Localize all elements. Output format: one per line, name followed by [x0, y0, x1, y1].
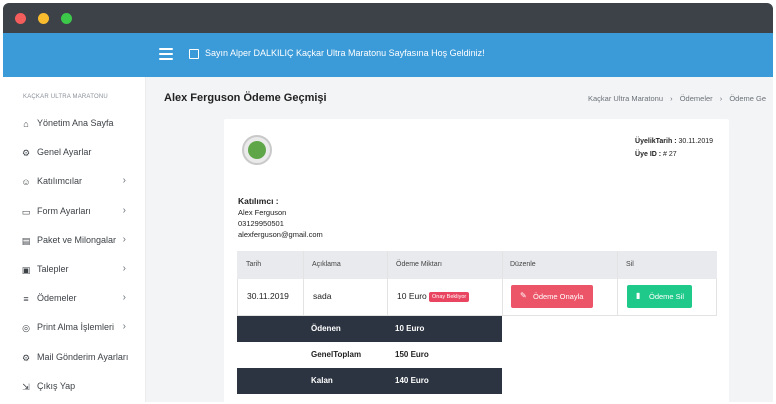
breadcrumb-item-payments[interactable]: Ödemeler	[680, 94, 713, 103]
sidebar-item-label: Print Alma İşlemleri	[37, 322, 115, 333]
col-header-amount: Ödeme Miktarı	[396, 261, 442, 268]
table-row: 30.11.2019 sada 10 Euro Onay Bekliyor ✎ …	[237, 279, 717, 316]
member-id-label: Üye ID :	[635, 151, 662, 158]
sidebar-item-label: Yönetim Ana Sayfa	[37, 118, 114, 128]
sidebar-header: KAÇKAR ULTRA MARATONU	[23, 94, 108, 100]
delete-payment-button[interactable]: ▮ Ödeme Sil	[627, 285, 692, 308]
sidebar-item[interactable]: ⌂ Yönetim Ana Sayfa	[3, 112, 146, 136]
summary-row-paid: Ödenen 10 Euro	[237, 316, 502, 342]
sidebar-item[interactable]: ▣ Talepler ›	[3, 258, 146, 282]
member-id-value: # 27	[663, 151, 677, 158]
sidebar-item[interactable]: ⇲ Çıkış Yap	[3, 375, 146, 399]
sidebar-item[interactable]: ⚙ Mail Gönderim Ayarları	[3, 346, 146, 370]
sidebar-item-label: Form Ayarları	[37, 205, 91, 216]
sidebar: KAÇKAR ULTRA MARATONU ⌂ Yönetim Ana Sayfa…	[3, 77, 146, 402]
top-navbar: Sayın Alper DALKILIÇ Kaçkar Ultra Marato…	[3, 33, 773, 77]
chevron-right-icon: ›	[122, 292, 126, 304]
mail-settings-icon: ⚙	[21, 352, 31, 363]
sidebar-item[interactable]: ⚙ Genel Ayarlar	[3, 141, 146, 165]
col-header-description: Açıklama	[312, 261, 341, 268]
breadcrumb: Kaçkar Ultra Maratonu › Ödemeler › Ödeme…	[588, 94, 766, 103]
gear-icon: ⚙	[21, 148, 31, 159]
form-icon: ▭	[21, 206, 31, 217]
participant-name: Alex Ferguson	[238, 208, 287, 217]
participant-heading: Katılımcı :	[238, 196, 279, 206]
chevron-right-icon: ›	[122, 204, 126, 216]
summary-value: 140 Euro	[395, 376, 429, 385]
col-header-edit: Düzenle	[510, 261, 536, 268]
book-icon	[189, 49, 199, 59]
maximize-window-dot[interactable]	[61, 13, 72, 24]
window-titlebar	[3, 3, 773, 33]
col-header-date: Tarih	[246, 261, 262, 268]
status-badge: Onay Bekliyor	[429, 292, 470, 302]
sidebar-item-label: Mail Gönderim Ayarları	[37, 351, 129, 362]
summary-row-remaining: Kalan 140 Euro	[237, 368, 502, 394]
sidebar-item-label: Genel Ayarlar	[37, 147, 92, 158]
breadcrumb-separator: ›	[719, 94, 723, 103]
page-title: Alex Ferguson Ödeme Geçmişi	[164, 92, 327, 104]
cell-date: 30.11.2019	[247, 291, 289, 301]
sidebar-item-label: Katılımcılar	[37, 176, 83, 187]
col-header-delete: Sil	[626, 261, 634, 268]
summary-row-total: GenelToplam 150 Euro	[237, 342, 502, 368]
sidebar-item-label: Ödemeler	[37, 293, 77, 304]
summary-label: Kalan	[311, 376, 333, 385]
cell-amount: 10 Euro	[397, 291, 427, 301]
app-window: Sayın Alper DALKILIÇ Kaçkar Ultra Marato…	[0, 0, 776, 404]
package-icon: ▤	[21, 235, 31, 246]
main-content: Alex Ferguson Ödeme Geçmişi Kaçkar Ultra…	[146, 77, 773, 404]
summary-value: 150 Euro	[395, 350, 429, 359]
payment-history-card: ÜyelikTarih : 30.11.2019 Üye ID : # 27 K…	[224, 119, 729, 404]
sidebar-item[interactable]: ☺ Katılımcılar ›	[3, 170, 146, 194]
sidebar-item[interactable]: ▤ Paket ve Milongalar ›	[3, 229, 146, 253]
participant-phone: 03129950501	[238, 219, 284, 228]
welcome-message: Sayın Alper DALKILIÇ Kaçkar Ultra Marato…	[205, 48, 485, 58]
requests-icon: ▣	[21, 265, 31, 275]
hamburger-menu-icon[interactable]	[159, 48, 173, 60]
member-since-label: ÜyelikTarih :	[635, 138, 677, 145]
summary-label: GenelToplam	[311, 350, 362, 359]
summary-label: Ödenen	[311, 324, 341, 333]
participant-info: Katılımcı : Alex Ferguson 03129950501 al…	[238, 196, 323, 240]
print-icon: ◎	[22, 323, 30, 334]
sidebar-item[interactable]: ▭ Form Ayarları ›	[3, 200, 146, 224]
delete-payment-label: Ödeme Sil	[649, 292, 685, 301]
table-header: Tarih Açıklama Ödeme Miktarı Düzenle Sil	[237, 251, 717, 279]
approve-payment-button[interactable]: ✎ Ödeme Onayla	[511, 285, 593, 308]
home-icon: ⌂	[23, 119, 29, 129]
user-icon: ☺	[21, 177, 31, 188]
sidebar-item-label: Paket ve Milongalar	[37, 234, 117, 245]
trash-icon: ▮	[636, 291, 641, 300]
chevron-right-icon: ›	[122, 233, 126, 245]
member-since-value: 30.11.2019	[678, 138, 713, 145]
minimize-window-dot[interactable]	[38, 13, 49, 24]
sidebar-item-label: Talepler	[37, 264, 69, 274]
race-logo	[242, 135, 272, 165]
member-info: ÜyelikTarih : 30.11.2019 Üye ID : # 27	[635, 135, 713, 161]
chevron-right-icon: ›	[122, 175, 126, 187]
participant-email: alexferguson@gmail.com	[238, 230, 323, 239]
breadcrumb-item-current: Ödeme Ge	[729, 94, 767, 103]
close-window-dot[interactable]	[15, 13, 26, 24]
summary-value: 10 Euro	[395, 324, 425, 333]
breadcrumb-separator: ›	[670, 94, 673, 103]
chevron-right-icon: ›	[122, 263, 126, 274]
approve-payment-label: Ödeme Onayla	[533, 292, 584, 301]
chevron-right-icon: ›	[122, 321, 126, 333]
sidebar-item[interactable]: ◎ Print Alma İşlemleri ›	[3, 316, 146, 340]
breadcrumb-item-home[interactable]: Kaçkar Ultra Maratonu	[588, 94, 663, 103]
sidebar-item[interactable]: ≡ Ödemeler ›	[3, 287, 146, 311]
payments-icon: ≡	[23, 294, 29, 305]
edit-icon: ✎	[520, 291, 527, 300]
logout-icon: ⇲	[22, 381, 30, 392]
cell-description: sada	[313, 291, 332, 301]
sidebar-item-label: Çıkış Yap	[37, 380, 76, 391]
